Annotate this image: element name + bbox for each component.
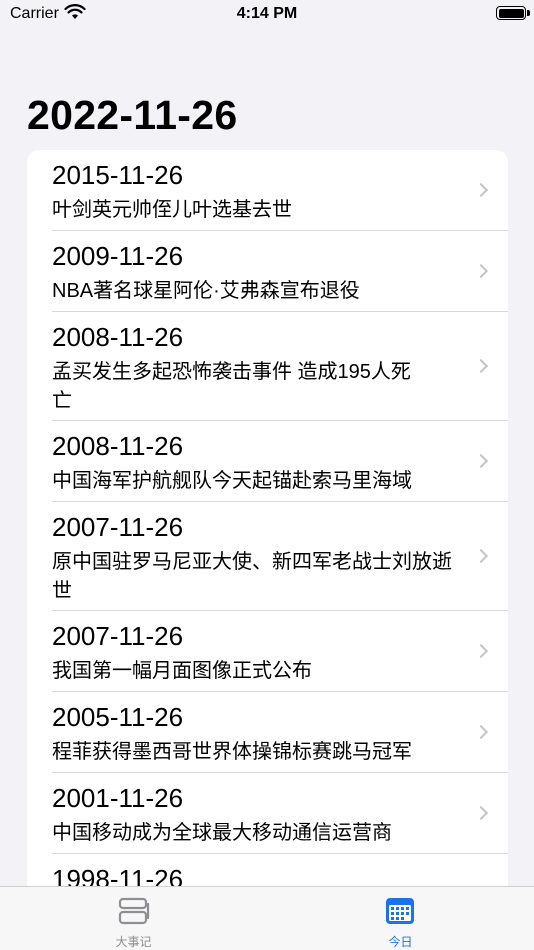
chevron-right-icon [473, 263, 489, 279]
chevron-right-icon [473, 548, 489, 564]
event-text: 叶剑英元帅侄儿叶选基去世 [52, 199, 292, 221]
chevron-right-icon [473, 453, 489, 469]
event-date: 2007-11-26 [52, 512, 184, 542]
event-row[interactable]: 2001-11-26 中国移动成为全球最大移动通信运营商 [52, 773, 508, 854]
event-row[interactable]: 2015-11-26 叶剑英元帅侄儿叶选基去世 [52, 150, 508, 231]
event-date: 2008-11-26 [52, 431, 184, 461]
battery-icon [496, 6, 526, 20]
chevron-right-icon [473, 182, 489, 198]
event-text: 中国移动成为全球最大移动通信运营商 [52, 822, 392, 844]
event-row[interactable]: 2009-11-26 NBA著名球星阿伦·艾弗森宣布退役 [52, 231, 508, 312]
chevron-right-icon [473, 643, 489, 659]
events-icon [118, 897, 150, 925]
chevron-right-icon [473, 724, 489, 740]
event-date: 2015-11-26 [52, 160, 184, 190]
event-row[interactable]: 2007-11-26 原中国驻罗马尼亚大使、新四军老战士刘放逝世 [52, 502, 508, 611]
chevron-right-icon [473, 358, 489, 374]
event-date: 2009-11-26 [52, 241, 184, 271]
tab-bar: 大事记 今日 [0, 886, 534, 950]
battery-tip [527, 10, 530, 16]
event-text: 我国第一幅月面图像正式公布 [52, 660, 312, 682]
tab-today[interactable]: 今日 [267, 887, 534, 950]
tab-label: 今日 [388, 935, 413, 949]
event-date: 2001-11-26 [52, 783, 184, 813]
event-row[interactable]: 2008-11-26 孟买发生多起恐怖袭击事件 造成195人死亡 [52, 312, 508, 421]
event-row[interactable]: 2007-11-26 我国第一幅月面图像正式公布 [52, 611, 508, 692]
event-date: 2005-11-26 [52, 702, 184, 732]
tab-label: 大事记 [115, 935, 152, 949]
event-date: 2007-11-26 [52, 621, 184, 651]
event-text: 原中国驻罗马尼亚大使、新四军老战士刘放逝世 [52, 551, 452, 602]
event-row[interactable]: 2008-11-26 中国海军护航舰队今天起锚赴索马里海域 [52, 421, 508, 502]
chevron-right-icon [473, 805, 489, 821]
event-list: 2015-11-26 叶剑英元帅侄儿叶选基去世 2009-11-26 NBA著名… [27, 150, 508, 910]
status-time: 4:14 PM [236, 5, 298, 22]
event-date: 2008-11-26 [52, 322, 184, 352]
event-row[interactable]: 2005-11-26 程菲获得墨西哥世界体操锦标赛跳马冠军 [52, 692, 508, 773]
event-text: 程菲获得墨西哥世界体操锦标赛跳马冠军 [52, 741, 412, 763]
status-bar: Carrier 4:14 PM [0, 0, 534, 30]
event-text: 孟买发生多起恐怖袭击事件 造成195人死亡 [52, 361, 411, 412]
page-title: 2022-11-26 [27, 92, 238, 138]
app-screen: Carrier 4:14 PM 2022-11-26 2015-11-26 叶剑… [0, 0, 534, 950]
tab-events[interactable]: 大事记 [0, 887, 267, 950]
calendar-icon [386, 898, 414, 924]
event-text: 中国海军护航舰队今天起锚赴索马里海域 [52, 470, 412, 492]
event-text: NBA著名球星阿伦·艾弗森宣布退役 [52, 280, 360, 302]
